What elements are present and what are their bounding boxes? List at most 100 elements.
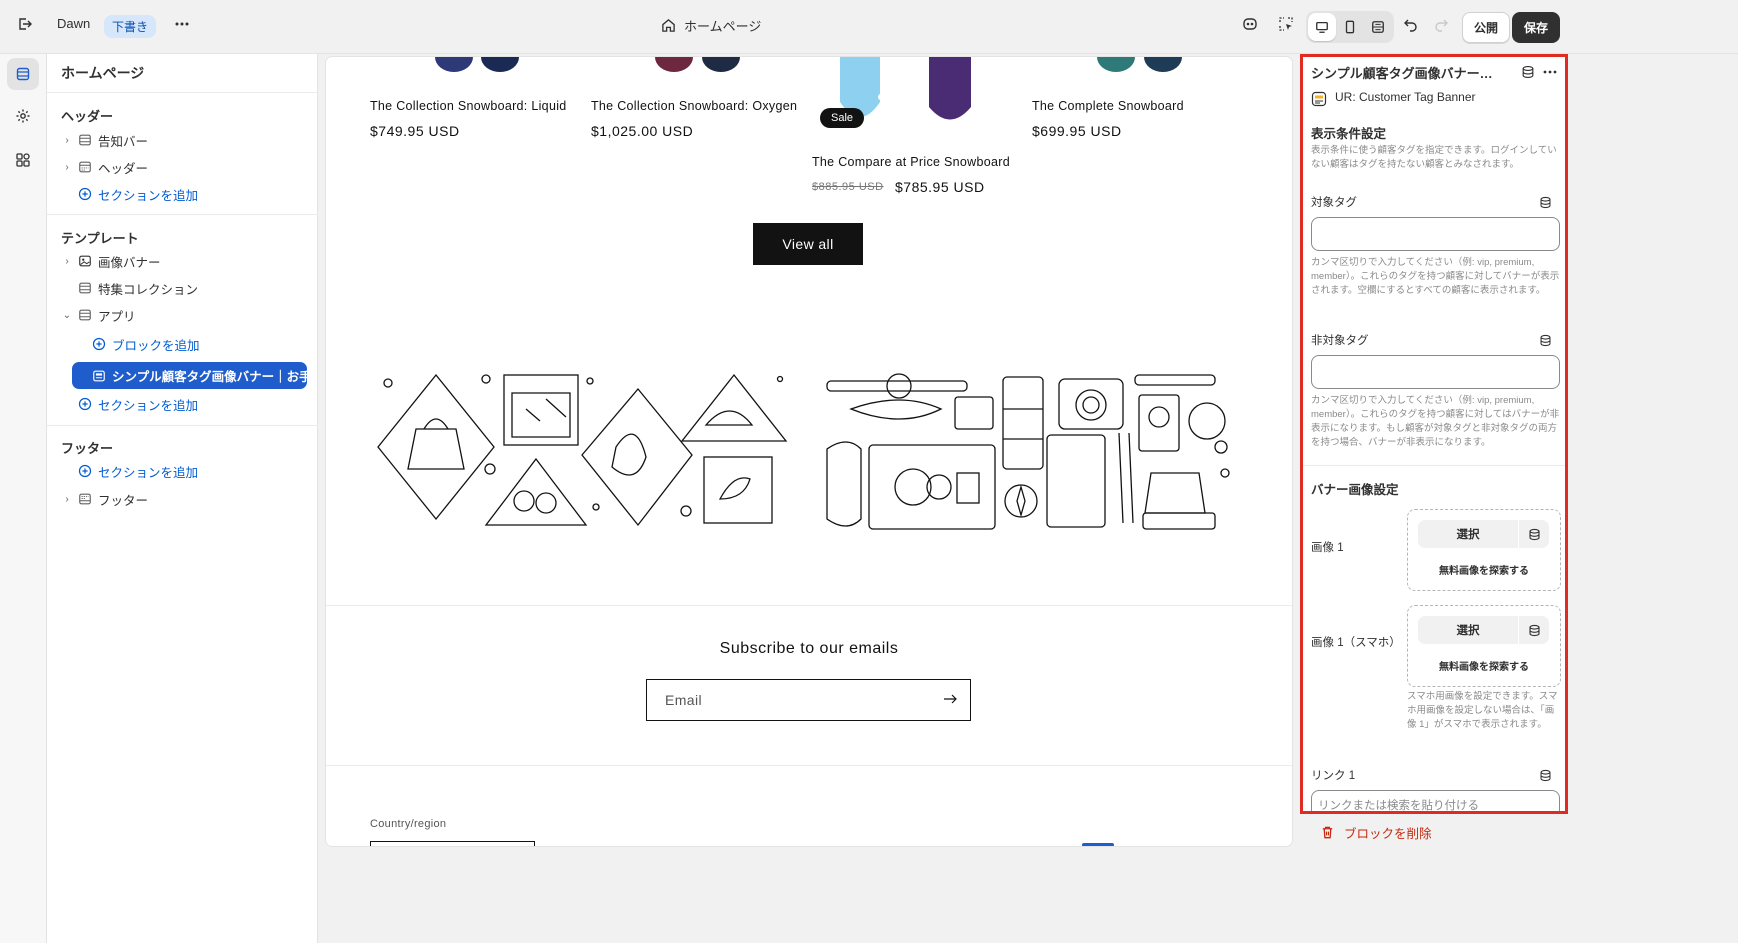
select-image-button[interactable]: 選択 xyxy=(1418,616,1518,644)
chevron-right-icon[interactable]: › xyxy=(61,256,73,267)
settings-gear-icon[interactable] xyxy=(7,100,39,132)
chevron-right-icon[interactable]: › xyxy=(61,135,73,146)
database-icon[interactable] xyxy=(1539,196,1553,210)
sidebar-item-header[interactable]: › ヘッダー xyxy=(61,155,148,179)
plus-circle-icon xyxy=(77,186,93,202)
database-icon[interactable] xyxy=(1539,769,1553,783)
delete-block-button[interactable]: ブロックを削除 xyxy=(1320,823,1432,842)
top-bar: Dawn 下書き ホームページ 公開 保存 xyxy=(0,0,1738,54)
exclude-tag-input[interactable] xyxy=(1311,355,1560,389)
sidebar-item-apps[interactable]: ⌄ アプリ xyxy=(61,303,136,327)
link1-label: リンク 1 xyxy=(1311,770,1356,782)
desktop-icon[interactable] xyxy=(1308,13,1336,41)
exclude-help-text: カンマ区切りで入力してください（例: vip, premium, member）… xyxy=(1311,395,1560,448)
app-name: UR: Customer Tag Banner xyxy=(1335,90,1476,104)
image-section-icon xyxy=(77,253,93,269)
chevron-down-icon[interactable]: ⌄ xyxy=(61,310,73,321)
template-group-title: テンプレート xyxy=(61,231,139,246)
block-settings-panel: シンプル顧客タグ画像バナー｜... UR: Customer Tag Banne… xyxy=(1300,54,1568,814)
arrow-right-icon[interactable] xyxy=(942,691,958,710)
product-name[interactable]: The Complete Snowboard xyxy=(1032,99,1184,113)
fullscreen-icon[interactable] xyxy=(1364,13,1392,41)
sidebar-title: ホームページ xyxy=(61,65,145,81)
sidebar-item-announcement-bar[interactable]: › 告知バー xyxy=(61,128,148,152)
block-title: シンプル顧客タグ画像バナー｜... xyxy=(1311,66,1501,81)
divider xyxy=(326,765,1292,766)
chevron-right-icon[interactable]: › xyxy=(61,162,73,173)
publish-button[interactable]: 公開 xyxy=(1462,12,1511,43)
country-selector[interactable] xyxy=(370,841,535,846)
explore-free-images-link[interactable]: 無料画像を探索する xyxy=(1408,658,1560,673)
app-block-icon xyxy=(92,369,106,383)
section-sidebar: ホームページ ヘッダー › 告知バー › ヘッダー セクションを追加 テンプレー… xyxy=(47,54,318,943)
image1-mobile-picker: 選択 無料画像を探索する xyxy=(1407,605,1561,687)
email-input[interactable]: Email xyxy=(646,679,971,721)
selected-app-block[interactable]: シンプル顧客タグ画像バナー｜お手... xyxy=(72,362,307,389)
plus-circle-icon xyxy=(77,396,93,412)
product-images[interactable] xyxy=(326,57,1292,137)
sidebar-item-image-banner[interactable]: › 画像バナー xyxy=(61,249,161,273)
sidebar-item-footer[interactable]: › フッター xyxy=(61,487,148,511)
divider xyxy=(1303,465,1565,466)
product-name[interactable]: The Collection Snowboard: Liquid xyxy=(370,99,567,113)
add-block-button[interactable]: ブロックを追加 xyxy=(91,332,200,356)
target-tag-input[interactable] xyxy=(1311,217,1560,251)
theme-name[interactable]: Dawn xyxy=(57,16,90,31)
sidebar-item-label: アプリ xyxy=(98,309,136,324)
left-rail xyxy=(0,54,47,943)
divider xyxy=(47,92,318,93)
redo-icon[interactable] xyxy=(1426,9,1456,39)
link-placeholder: リンクまたは検索を貼り付ける xyxy=(1318,800,1479,812)
image1-mobile-label: 画像 1（スマホ） xyxy=(1311,637,1401,649)
viewport-switcher xyxy=(1306,11,1394,43)
database-icon[interactable] xyxy=(1521,65,1535,79)
divider xyxy=(47,214,318,215)
database-icon[interactable] xyxy=(1519,520,1549,548)
mobile-icon[interactable] xyxy=(1336,13,1364,41)
sidebar-item-label: 画像バナー xyxy=(98,255,161,270)
page-selector[interactable]: ホームページ xyxy=(661,16,761,35)
newsletter-title: Subscribe to our emails xyxy=(719,640,899,657)
explore-free-images-link[interactable]: 無料画像を探索する xyxy=(1408,562,1560,577)
country-label: Country/region xyxy=(370,818,447,830)
select-image-button[interactable]: 選択 xyxy=(1418,520,1518,548)
section-icon xyxy=(77,132,93,148)
sidebar-item-label: 特集コレクション xyxy=(98,282,199,297)
exit-icon[interactable] xyxy=(10,9,40,39)
add-section-label: セクションを追加 xyxy=(98,398,199,413)
draft-badge: 下書き xyxy=(104,15,157,38)
mobile-help-text: スマホ用画像を設定できます。スマホ用画像を設定しない場合は、「画像 1」がスマホ… xyxy=(1407,691,1558,730)
home-icon xyxy=(661,18,676,33)
database-icon[interactable] xyxy=(1539,334,1553,348)
fashion-illustration xyxy=(377,373,788,527)
image1-picker: 選択 無料画像を探索する xyxy=(1407,509,1561,591)
email-placeholder: Email xyxy=(665,692,703,708)
inspector-icon[interactable] xyxy=(1271,9,1301,39)
save-button[interactable]: 保存 xyxy=(1512,12,1561,43)
product-name[interactable]: The Compare at Price Snowboard xyxy=(812,155,1010,169)
product-name[interactable]: The Collection Snowboard: Oxygen xyxy=(591,99,797,113)
more-icon[interactable] xyxy=(167,9,197,39)
apps-icon[interactable] xyxy=(7,144,39,176)
app-icon xyxy=(1311,91,1327,107)
add-section-template-button[interactable]: セクションを追加 xyxy=(61,392,198,416)
add-section-header-button[interactable]: セクションを追加 xyxy=(61,182,198,206)
payment-icon xyxy=(1082,843,1114,846)
preview-icon[interactable] xyxy=(1235,9,1265,39)
sidebar-item-featured-collection[interactable]: 特集コレクション xyxy=(61,276,198,300)
chevron-right-icon[interactable]: › xyxy=(61,494,73,505)
more-icon[interactable] xyxy=(1543,65,1557,79)
plus-circle-icon xyxy=(91,336,107,352)
sections-icon[interactable] xyxy=(7,58,39,90)
database-icon[interactable] xyxy=(1519,616,1549,644)
add-section-footer-button[interactable]: セクションを追加 xyxy=(61,459,198,483)
delete-block-label: ブロックを削除 xyxy=(1344,827,1432,841)
undo-icon[interactable] xyxy=(1396,9,1426,39)
sidebar-item-label: フッター xyxy=(98,493,149,508)
trash-icon xyxy=(1320,825,1335,840)
exclude-tag-label: 非対象タグ xyxy=(1311,335,1369,347)
header-group-title: ヘッダー xyxy=(61,109,114,124)
banner-settings-heading: バナー画像設定 xyxy=(1311,483,1399,497)
view-all-button[interactable]: View all xyxy=(753,223,863,265)
section-icon xyxy=(77,307,93,323)
